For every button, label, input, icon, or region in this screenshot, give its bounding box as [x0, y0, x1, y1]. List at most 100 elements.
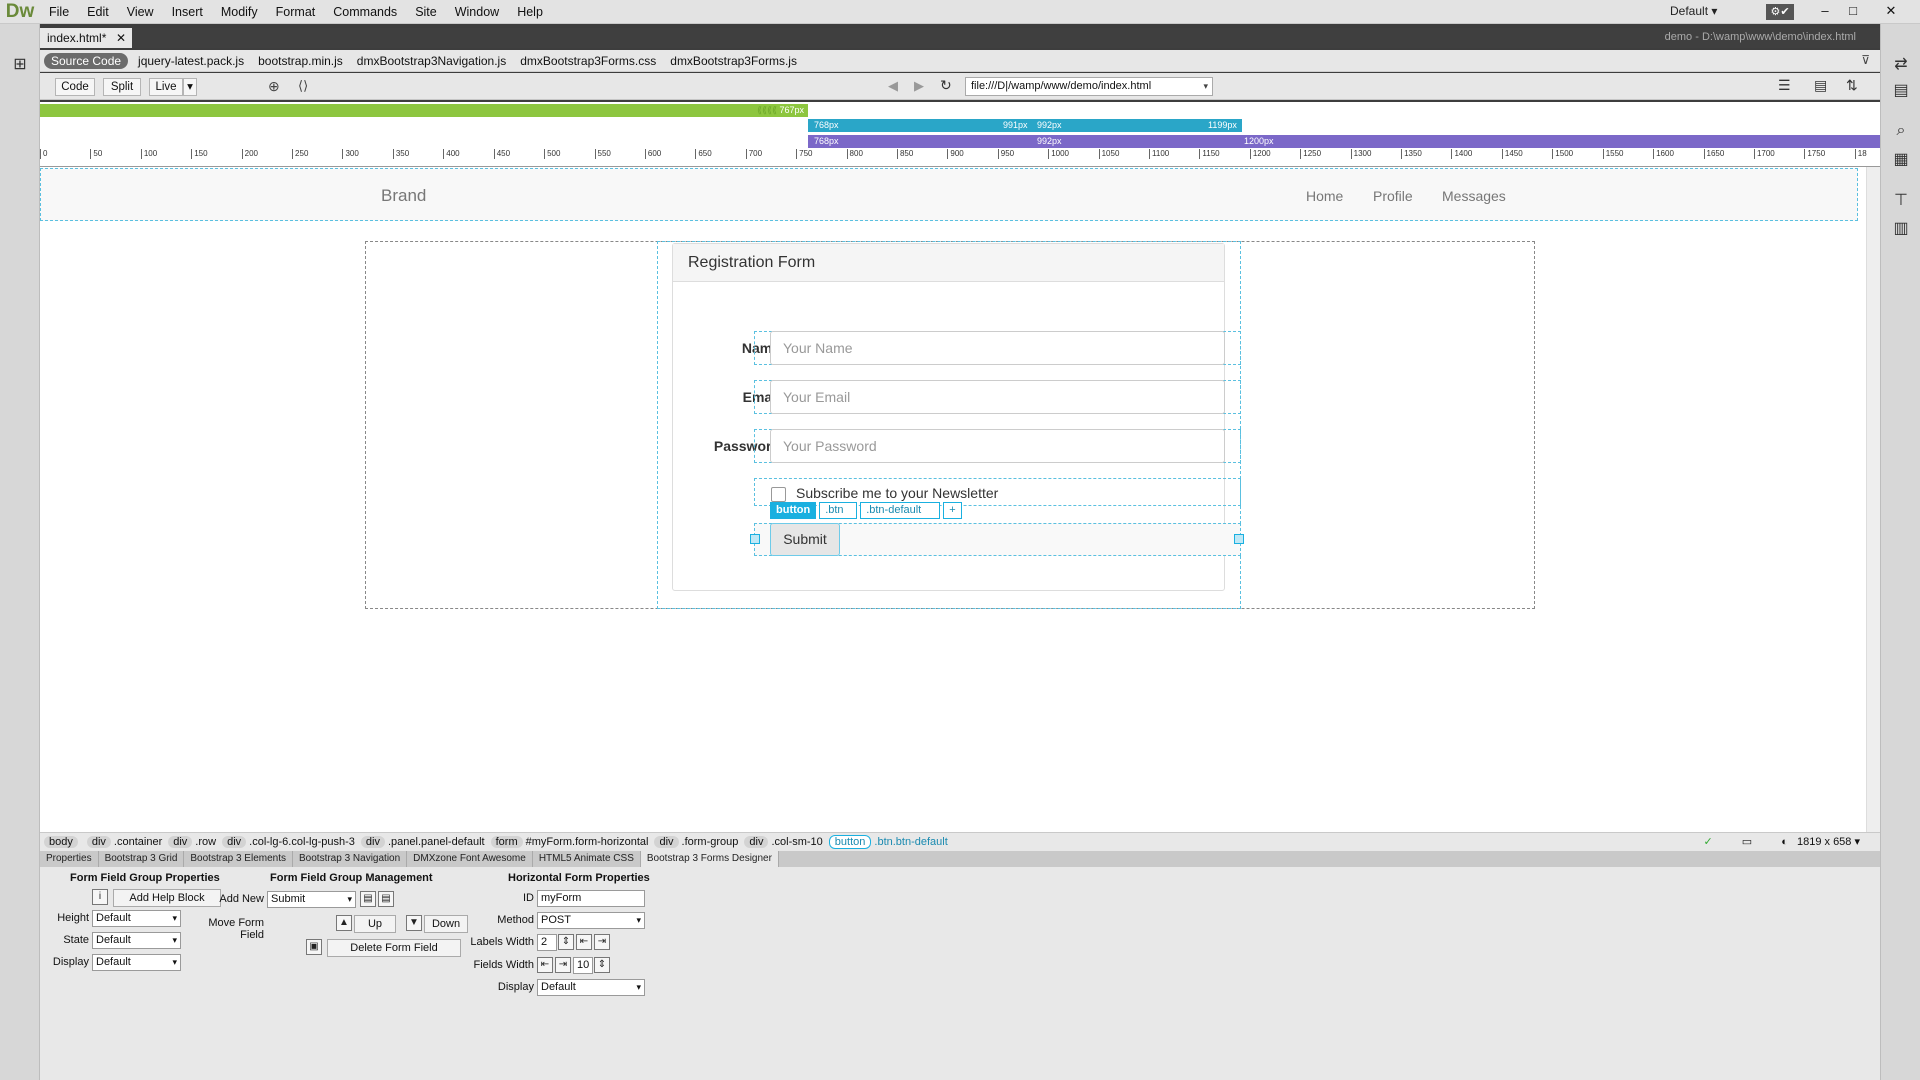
selector-class[interactable]: .btn-default	[860, 502, 941, 519]
sync-settings-icon[interactable]: ⚙✔	[1766, 4, 1794, 20]
document-tab[interactable]: index.html* ✕	[40, 28, 132, 48]
move-up-button[interactable]: Up	[354, 915, 396, 933]
tag-crumb[interactable]: div .panel.panel-default	[360, 836, 485, 848]
live-dropdown-icon[interactable]: ▾	[183, 78, 197, 96]
password-input[interactable]: Your Password	[770, 429, 1225, 463]
delete-form-field-button[interactable]: Delete Form Field	[327, 939, 461, 957]
snippets-icon[interactable]: ▦	[1891, 149, 1911, 168]
name-input[interactable]: Your Name	[770, 331, 1225, 365]
files-icon[interactable]: ⇄	[1891, 54, 1911, 73]
live-code-icon[interactable]: ⟨⟩	[298, 78, 308, 94]
file-management-icon[interactable]: ☰	[1778, 77, 1791, 94]
mq-bar-768-plus[interactable]: 768px 992px 1200px	[808, 135, 1880, 148]
tab-forms-designer[interactable]: Bootstrap 3 Forms Designer	[640, 851, 779, 867]
stepper-icon[interactable]: ⇕	[558, 934, 574, 950]
menu-edit[interactable]: Edit	[78, 5, 118, 19]
split-view-button[interactable]: Split	[103, 78, 141, 96]
sort-icon[interactable]: ⇅	[1846, 77, 1858, 94]
add-before-icon[interactable]: ▤	[360, 891, 376, 907]
live-view-button[interactable]: Live	[149, 78, 183, 96]
navbar[interactable]: Brand Home Profile Messages	[40, 168, 1858, 221]
menu-help[interactable]: Help	[508, 5, 552, 19]
forward-icon[interactable]: ▶	[914, 78, 924, 94]
tag-crumb-selected[interactable]: button .btn.btn-default	[828, 835, 948, 849]
state-select[interactable]: Default ▾	[92, 932, 181, 949]
display-select[interactable]: Default ▾	[92, 954, 181, 971]
search-icon[interactable]: ⌕	[1891, 122, 1911, 140]
decrease-icon[interactable]: ⇤	[576, 934, 592, 950]
related-file[interactable]: dmxBootstrap3Forms.css	[520, 54, 656, 68]
navbar-brand[interactable]: Brand	[381, 186, 426, 206]
minimize-icon[interactable]: –	[1814, 0, 1836, 22]
related-file-source-code[interactable]: Source Code	[44, 52, 129, 69]
tag-crumb[interactable]: div .container	[86, 836, 162, 848]
tab-bootstrap-elements[interactable]: Bootstrap 3 Elements	[184, 851, 293, 867]
add-after-icon[interactable]: ▤	[378, 891, 394, 907]
related-file[interactable]: jquery-latest.pack.js	[138, 54, 244, 68]
newsletter-checkbox[interactable]	[771, 487, 786, 502]
tag-crumb[interactable]: body	[44, 836, 81, 848]
menu-modify[interactable]: Modify	[212, 5, 267, 19]
method-select[interactable]: POST ▾	[537, 912, 645, 929]
refresh-icon[interactable]: ↻	[940, 77, 952, 94]
code-view-button[interactable]: Code	[55, 78, 95, 96]
related-file[interactable]: bootstrap.min.js	[258, 54, 343, 68]
mq-bar-768-1199[interactable]: 768px 991px 992px 1199px	[808, 119, 1242, 132]
resize-handle[interactable]	[1234, 534, 1244, 544]
tag-crumb[interactable]: div .col-lg-6.col-lg-push-3	[222, 836, 355, 848]
related-file[interactable]: dmxBootstrap3Navigation.js	[357, 54, 506, 68]
related-file[interactable]: dmxBootstrap3Forms.js	[670, 54, 797, 68]
dom-icon[interactable]: ⊤	[1891, 190, 1911, 209]
back-icon[interactable]: ◀	[888, 78, 898, 94]
move-up-icon[interactable]: ▲	[336, 915, 352, 931]
chevron-down-icon[interactable]: ▾	[1203, 78, 1208, 95]
add-help-block-button[interactable]: Add Help Block	[113, 889, 221, 907]
move-down-button[interactable]: Down	[424, 915, 468, 933]
form-id-input[interactable]: myForm	[537, 890, 645, 907]
menu-window[interactable]: Window	[446, 5, 508, 19]
increase-icon[interactable]: ⇥	[555, 957, 571, 973]
maximize-icon[interactable]: □	[1842, 0, 1864, 22]
stepper-icon[interactable]: ⇕	[594, 957, 610, 973]
selector-class[interactable]: .btn	[819, 502, 858, 519]
tag-crumb[interactable]: form #myForm.form-horizontal	[490, 836, 648, 848]
email-input[interactable]: Your Email	[770, 380, 1225, 414]
tag-crumb[interactable]: div .col-sm-10	[744, 836, 823, 848]
delete-icon[interactable]: ▣	[306, 939, 322, 955]
window-size-icon[interactable]: ▭	[1742, 836, 1752, 848]
tab-font-awesome[interactable]: DMXzone Font Awesome	[407, 851, 533, 867]
workspace-switcher[interactable]: Default ▾	[1670, 4, 1717, 18]
selector-tag[interactable]: button	[770, 502, 817, 519]
decrease-icon[interactable]: ⇤	[537, 957, 553, 973]
close-tab-icon[interactable]: ✕	[116, 28, 126, 48]
increase-icon[interactable]: ⇥	[594, 934, 610, 950]
filter-icon[interactable]: ⊽	[1861, 53, 1870, 67]
display-select[interactable]: Default ▾	[537, 979, 645, 996]
mq-bar-max-767[interactable]: ⟪⟪⟪⟪ 767px	[40, 104, 808, 117]
move-down-icon[interactable]: ▼	[406, 915, 422, 931]
resize-handle[interactable]	[750, 534, 760, 544]
tag-crumb[interactable]: div .row	[168, 836, 216, 848]
menu-site[interactable]: Site	[406, 5, 446, 19]
menu-file[interactable]: File	[40, 5, 78, 19]
design-view[interactable]: Brand Home Profile Messages Registration…	[40, 167, 1880, 832]
menu-view[interactable]: View	[118, 5, 163, 19]
tab-properties[interactable]: Properties	[40, 851, 99, 867]
nav-link-home[interactable]: Home	[1306, 188, 1343, 204]
tab-bootstrap-grid[interactable]: Bootstrap 3 Grid	[99, 851, 185, 867]
close-window-icon[interactable]: ✕	[1880, 0, 1902, 22]
add-new-select[interactable]: Submit ▾	[267, 891, 356, 908]
fields-width-input[interactable]: 10	[573, 957, 593, 974]
view-options-icon[interactable]: ▤	[1814, 77, 1827, 94]
insert-panel-icon[interactable]: ⊞	[10, 54, 30, 73]
inspect-icon[interactable]: ⊕	[268, 78, 280, 95]
menu-insert[interactable]: Insert	[163, 5, 212, 19]
add-class-button[interactable]: +	[943, 502, 962, 519]
preview-icon[interactable]: ◐	[1781, 836, 1788, 848]
tab-bootstrap-navigation[interactable]: Bootstrap 3 Navigation	[293, 851, 408, 867]
window-size[interactable]: 1819 x 658	[1797, 836, 1851, 848]
vertical-scrollbar[interactable]	[1866, 167, 1880, 832]
nav-link-messages[interactable]: Messages	[1442, 188, 1506, 204]
height-select[interactable]: Default ▾	[92, 910, 181, 927]
menu-commands[interactable]: Commands	[324, 5, 406, 19]
